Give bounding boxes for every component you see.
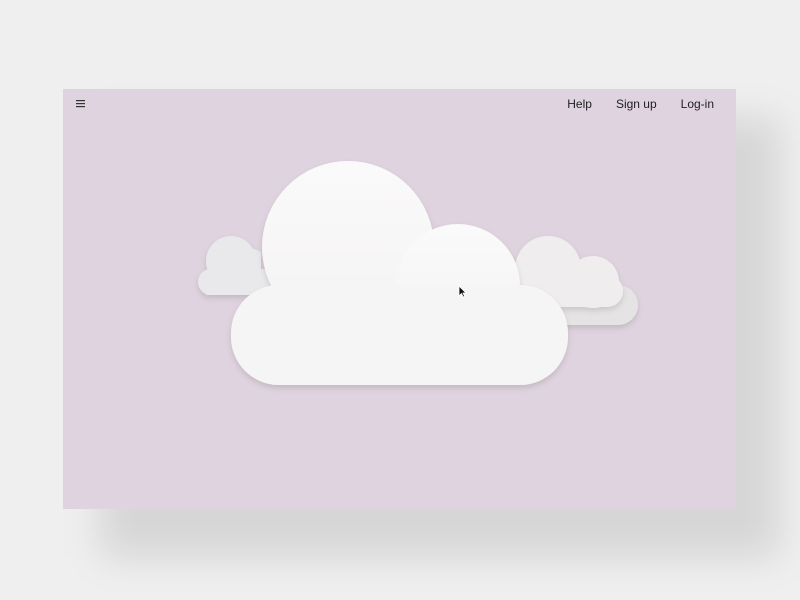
main-window: Help Sign up Log-in xyxy=(63,89,736,509)
app-stage: Help Sign up Log-in xyxy=(0,0,800,600)
cloud-front xyxy=(231,161,568,385)
cloud-illustration xyxy=(198,161,638,385)
mouse-pointer-icon xyxy=(458,285,467,298)
